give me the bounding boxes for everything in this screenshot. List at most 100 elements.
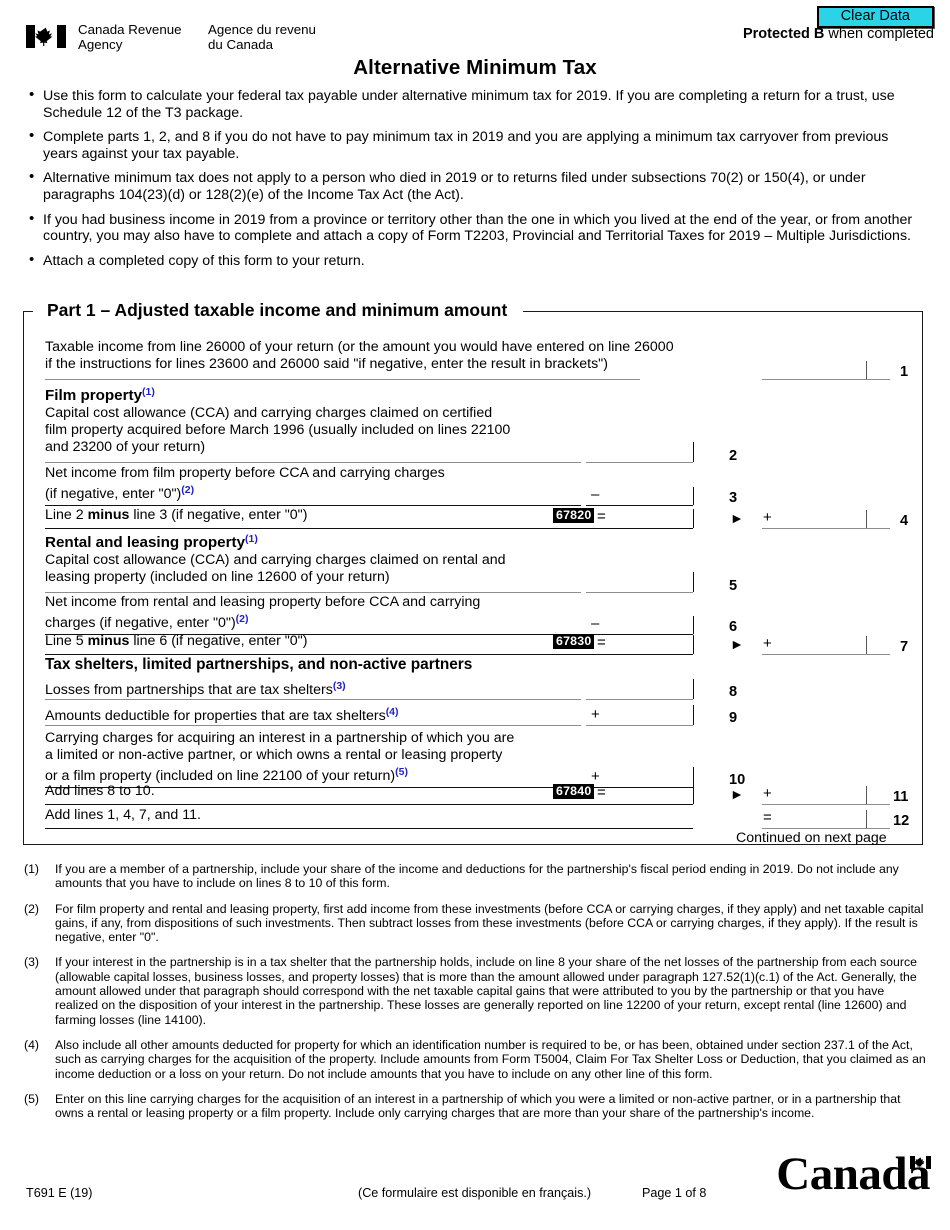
line11-number: 11 [893, 789, 909, 805]
line12-label: Add lines 1, 4, 7, and 11. [45, 807, 201, 823]
protected-b-notice: Protected B when completed [743, 26, 934, 43]
footnote-marker: (3) [24, 955, 40, 970]
line5-label-rule [45, 592, 581, 593]
part1-rows: Taxable income from line 26000 of your r… [23, 311, 923, 846]
canada-flag-icon [26, 25, 66, 48]
intro-bullet: Attach a completed copy of this form to … [28, 252, 926, 270]
line4-amount-input[interactable] [779, 510, 890, 528]
line12-equals-operator: = [763, 809, 772, 826]
footnote-text: Enter on this line carrying charges for … [55, 1091, 901, 1121]
canada-wordmark-flag-icon [910, 1130, 931, 1169]
intro-bullet: Complete parts 1, 2, and 8 if you do not… [28, 128, 926, 162]
line4-amount-rule [762, 528, 890, 529]
line11-amount-rule [762, 804, 890, 805]
page-number: Page 1 of 8 [642, 1186, 707, 1200]
line2-amount-rule [586, 462, 693, 463]
rental-heading-footnote-ref: (1) [245, 533, 258, 545]
line12-amount-input[interactable] [779, 810, 890, 828]
line1-label-a: Taxable income from line 26000 of your r… [45, 339, 674, 355]
form-page: Clear Data Canada Revenue Agency Agence … [0, 0, 950, 1230]
line6-footnote-ref: (2) [235, 613, 249, 625]
line2-number: 2 [729, 448, 738, 464]
line7-code-box: 67830 [553, 634, 595, 649]
line7-rule [45, 654, 693, 655]
intro-bullet: Use this form to calculate your federal … [28, 87, 926, 121]
continued-next-page-note: Continued on next page [736, 830, 887, 846]
line2-label-b: film property acquired before March 1996… [45, 422, 511, 438]
rental-property-heading: Rental and leasing property(1) [45, 533, 258, 551]
line4-label: Line 2 minus line 3 (if negative, enter … [45, 507, 308, 523]
footnote-text: Also include all other amounts deducted … [55, 1037, 926, 1081]
film-property-heading: Film property(1) [45, 386, 155, 404]
line11-column-divider [693, 785, 694, 804]
line1-label-b: if the instructions for lines 23600 and … [45, 356, 608, 372]
line9-number: 9 [729, 710, 738, 726]
line11-rule [45, 804, 693, 805]
line10-plus-operator: + [591, 768, 600, 785]
footnote-item: (5) Enter on this line carrying charges … [24, 1092, 926, 1121]
line6-minus-operator: – [591, 615, 600, 632]
line11-code-box: 67840 [553, 784, 595, 799]
footnote-marker: (2) [24, 901, 40, 916]
line3-footnote-ref: (2) [181, 484, 195, 496]
line3-label-a: Net income from film property before CCA… [45, 465, 445, 481]
line2-label-rule [45, 462, 581, 463]
footnote-marker: (1) [24, 862, 40, 876]
line8-amount-rule [586, 699, 693, 700]
line2-label-c: and 23200 of your return) [45, 439, 206, 455]
line8-label-rule [45, 699, 581, 700]
line9-label: Amounts deductible for properties that a… [45, 706, 399, 724]
line9-column-divider [693, 705, 694, 725]
line6-label-a: Net income from rental and leasing prope… [45, 594, 481, 610]
protected-b-label: Protected B [742, 26, 825, 42]
french-availability-note: (Ce formulaire est disponible en françai… [358, 1186, 592, 1200]
clear-data-button[interactable]: Clear Data [816, 6, 934, 28]
line7-column-divider [693, 635, 694, 654]
line8-amount-input[interactable] [586, 681, 693, 699]
line3-amount-input[interactable] [605, 487, 693, 505]
line7-number: 7 [900, 639, 909, 655]
line6-number: 6 [729, 619, 738, 635]
line5-amount-input[interactable] [586, 574, 693, 592]
line11-label: Add lines 8 to 10. [45, 783, 155, 799]
line7-amount-rule [762, 654, 890, 655]
line7-inner-amount-input[interactable] [609, 635, 693, 653]
line11-amount-input[interactable] [779, 786, 890, 804]
carry-arrow-icon: ► [730, 510, 744, 526]
line4-plus-operator: + [763, 509, 772, 526]
protected-b-suffix: when completed [824, 26, 934, 42]
line11-plus-operator: + [763, 785, 772, 802]
intro-bullet-list: Use this form to calculate your federal … [28, 87, 926, 277]
canada-wordmark-text: Canada [776, 1148, 930, 1200]
line4-column-divider [693, 509, 694, 528]
cra-name-en: Canada Revenue Agency [78, 22, 182, 52]
line9-amount-input[interactable] [605, 707, 693, 725]
line3-amount-rule [586, 505, 693, 506]
line1-number: 1 [900, 364, 909, 380]
line2-label-a: Capital cost allowance (CCA) and carryin… [45, 405, 493, 421]
line4-equals-operator: = [597, 508, 606, 525]
line6-amount-input[interactable] [605, 616, 693, 634]
cra-agency-names: Canada Revenue Agency Agence du revenu d… [78, 22, 378, 52]
line5-column-divider [693, 572, 694, 592]
form-code: T691 E (19) [26, 1186, 93, 1200]
line7-equals-operator: = [597, 634, 606, 651]
part1-heading: Part 1 – Adjusted taxable income and min… [40, 300, 517, 321]
line2-column-divider [693, 442, 694, 462]
line11-equals-operator: = [597, 784, 606, 801]
footnote-text: If you are a member of a partnership, in… [55, 862, 899, 891]
line2-amount-input[interactable] [586, 444, 693, 462]
line4-code-box: 67820 [553, 508, 595, 523]
canada-wordmark: Canada [776, 1150, 932, 1198]
line12-number: 12 [893, 813, 910, 829]
line1-amount-input[interactable] [762, 361, 890, 379]
line3-label-b: (if negative, enter "0")(2) [45, 484, 195, 502]
line11-inner-amount-input[interactable] [609, 785, 693, 803]
line5-label-a: Capital cost allowance (CCA) and carryin… [45, 552, 506, 568]
line4-inner-amount-input[interactable] [609, 509, 693, 527]
line7-amount-input[interactable] [779, 636, 890, 654]
footnote-item: (3) If your interest in the partnership … [24, 955, 926, 1026]
line10-label-c: or a film property (included on line 221… [45, 766, 408, 784]
line3-label-rule [45, 505, 581, 506]
line1-label-rule [45, 379, 640, 380]
